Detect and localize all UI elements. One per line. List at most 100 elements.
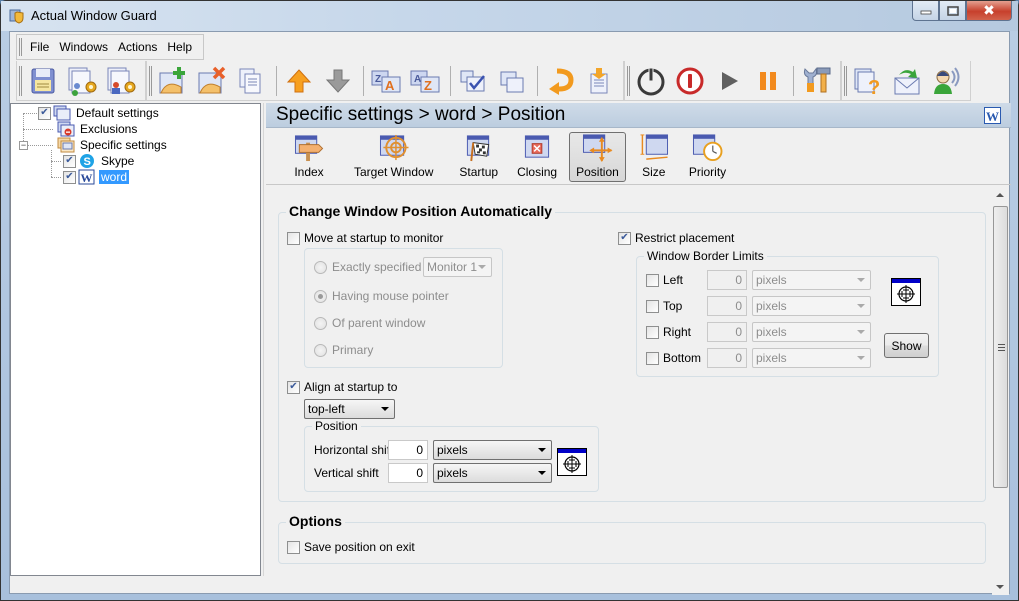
maximize-button[interactable] <box>939 1 966 21</box>
tree-checkbox[interactable] <box>63 170 76 184</box>
save-button[interactable] <box>25 63 61 99</box>
checkbox[interactable] <box>646 325 659 339</box>
show-button[interactable]: Show <box>884 333 929 358</box>
tab-startup[interactable]: Startup <box>452 132 505 182</box>
radio-of-parent-window[interactable]: Of parent window <box>314 316 425 330</box>
cascade-button[interactable] <box>494 63 530 99</box>
align-select[interactable]: top-left <box>304 399 395 419</box>
limit-top-checkbox[interactable]: Top <box>646 299 682 313</box>
pick-position-target-button[interactable] <box>557 448 587 476</box>
feedback-mail-button[interactable] <box>889 63 925 99</box>
radio-button[interactable] <box>314 316 327 330</box>
toolbar-grip[interactable] <box>627 66 630 96</box>
menu-help[interactable]: Help <box>162 36 197 58</box>
checkbox[interactable] <box>287 540 300 554</box>
tab-index[interactable]: Index <box>286 132 332 182</box>
window-border-limits-title: Window Border Limits <box>644 249 767 263</box>
radio-button[interactable] <box>314 289 327 303</box>
tab-target-window[interactable]: Target Window <box>347 132 440 182</box>
horizontal-unit-select[interactable]: pixels <box>433 440 552 460</box>
tools-button[interactable] <box>798 63 834 99</box>
restrict-placement-checkbox[interactable]: Restrict placement <box>618 231 734 245</box>
limit-right-checkbox[interactable]: Right <box>646 325 691 339</box>
select-all-button[interactable] <box>455 63 491 99</box>
align-at-startup-checkbox[interactable]: Align at startup to <box>287 380 397 394</box>
pause-button[interactable] <box>750 63 786 99</box>
radio-primary[interactable]: Primary <box>314 343 373 357</box>
tab-closing[interactable]: Closing <box>510 132 564 182</box>
pick-limits-target-button[interactable] <box>891 278 921 306</box>
sort-za-button[interactable]: ZA <box>368 63 404 99</box>
tree-checkbox[interactable] <box>38 106 51 120</box>
limit-right-input[interactable]: 0 <box>707 322 747 342</box>
close-button[interactable]: ✖ <box>966 1 1012 21</box>
delete-window-button[interactable] <box>194 63 230 99</box>
checkbox[interactable] <box>646 299 659 313</box>
move-down-button[interactable] <box>320 63 356 99</box>
checkbox[interactable] <box>287 231 300 245</box>
import-button[interactable] <box>581 63 617 99</box>
limit-bottom-input[interactable]: 0 <box>707 348 747 368</box>
specific-settings-button[interactable] <box>103 63 139 99</box>
limit-top-input[interactable]: 0 <box>707 296 747 316</box>
move-at-startup-checkbox[interactable]: Move at startup to monitor <box>287 231 443 245</box>
save-position-on-exit-checkbox[interactable]: Save position on exit <box>287 540 415 554</box>
scroll-up-icon[interactable] <box>996 193 1004 197</box>
crosshair-target-icon <box>379 134 409 161</box>
tree-item-specific-settings[interactable]: Specific settings <box>55 137 169 153</box>
minimize-button[interactable] <box>912 1 939 21</box>
tree-item-exclusions[interactable]: Exclusions <box>55 121 139 137</box>
limit-top-unit-select[interactable]: pixels <box>752 296 871 316</box>
radio-button[interactable] <box>314 343 327 357</box>
limit-right-unit-select[interactable]: pixels <box>752 322 871 342</box>
power-button[interactable] <box>633 63 669 99</box>
radio-having-mouse-pointer[interactable]: Having mouse pointer <box>314 289 449 303</box>
toolbar-grip[interactable] <box>844 66 847 96</box>
horizontal-shift-input[interactable]: 0 <box>388 440 428 460</box>
tree-item-skype[interactable]: S Skype <box>63 153 136 169</box>
checkbox[interactable] <box>646 273 659 287</box>
tree-item-default-settings[interactable]: Default settings <box>38 105 161 121</box>
help-button[interactable]: ? <box>850 63 886 99</box>
checkbox[interactable] <box>646 351 659 365</box>
sort-az-button[interactable]: AZ <box>407 63 443 99</box>
menu-windows[interactable]: Windows <box>54 36 113 58</box>
tab-position[interactable]: Position <box>569 132 626 182</box>
monitor-select[interactable]: Monitor 1 <box>423 257 492 277</box>
limit-left-unit-select[interactable]: pixels <box>752 270 871 290</box>
checkbox[interactable] <box>618 231 631 245</box>
menubar-grip[interactable] <box>19 38 22 56</box>
tab-priority[interactable]: Priority <box>682 132 733 182</box>
limit-left-input[interactable]: 0 <box>707 270 747 290</box>
radio-button[interactable] <box>314 260 327 274</box>
scroll-down-icon[interactable] <box>996 585 1004 589</box>
limit-bottom-unit-select[interactable]: pixels <box>752 348 871 368</box>
limit-left-checkbox[interactable]: Left <box>646 273 683 287</box>
vertical-scrollbar[interactable] <box>992 186 1009 595</box>
limit-bottom-checkbox[interactable]: Bottom <box>646 351 701 365</box>
menu-file[interactable]: File <box>25 36 54 58</box>
tree-checkbox[interactable] <box>63 154 76 168</box>
copy-button[interactable] <box>233 63 269 99</box>
vertical-shift-input[interactable]: 0 <box>388 463 428 483</box>
stop-button[interactable] <box>672 63 708 99</box>
radio-exactly-specified[interactable]: Exactly specified <box>314 260 421 274</box>
tree-collapse-toggle[interactable]: − <box>19 141 28 150</box>
toolbar-grip[interactable] <box>19 66 22 96</box>
move-up-button[interactable] <box>281 63 317 99</box>
settings-tree[interactable]: − Default settings Exclusions Specific s… <box>10 103 261 576</box>
vertical-unit-select[interactable]: pixels <box>433 463 552 483</box>
word-app-icon: W <box>984 107 1001 124</box>
add-window-button[interactable] <box>155 63 191 99</box>
checkbox[interactable] <box>287 380 300 394</box>
folder-windows-icon <box>57 137 75 153</box>
support-button[interactable] <box>928 63 964 99</box>
tree-item-word[interactable]: W word <box>63 169 130 185</box>
undo-button[interactable] <box>542 63 578 99</box>
menu-actions[interactable]: Actions <box>113 36 162 58</box>
play-button[interactable] <box>711 63 747 99</box>
tab-size[interactable]: Size <box>631 132 677 182</box>
scrollbar-thumb[interactable] <box>993 206 1008 488</box>
default-settings-button[interactable] <box>64 63 100 99</box>
toolbar-grip[interactable] <box>149 66 152 96</box>
